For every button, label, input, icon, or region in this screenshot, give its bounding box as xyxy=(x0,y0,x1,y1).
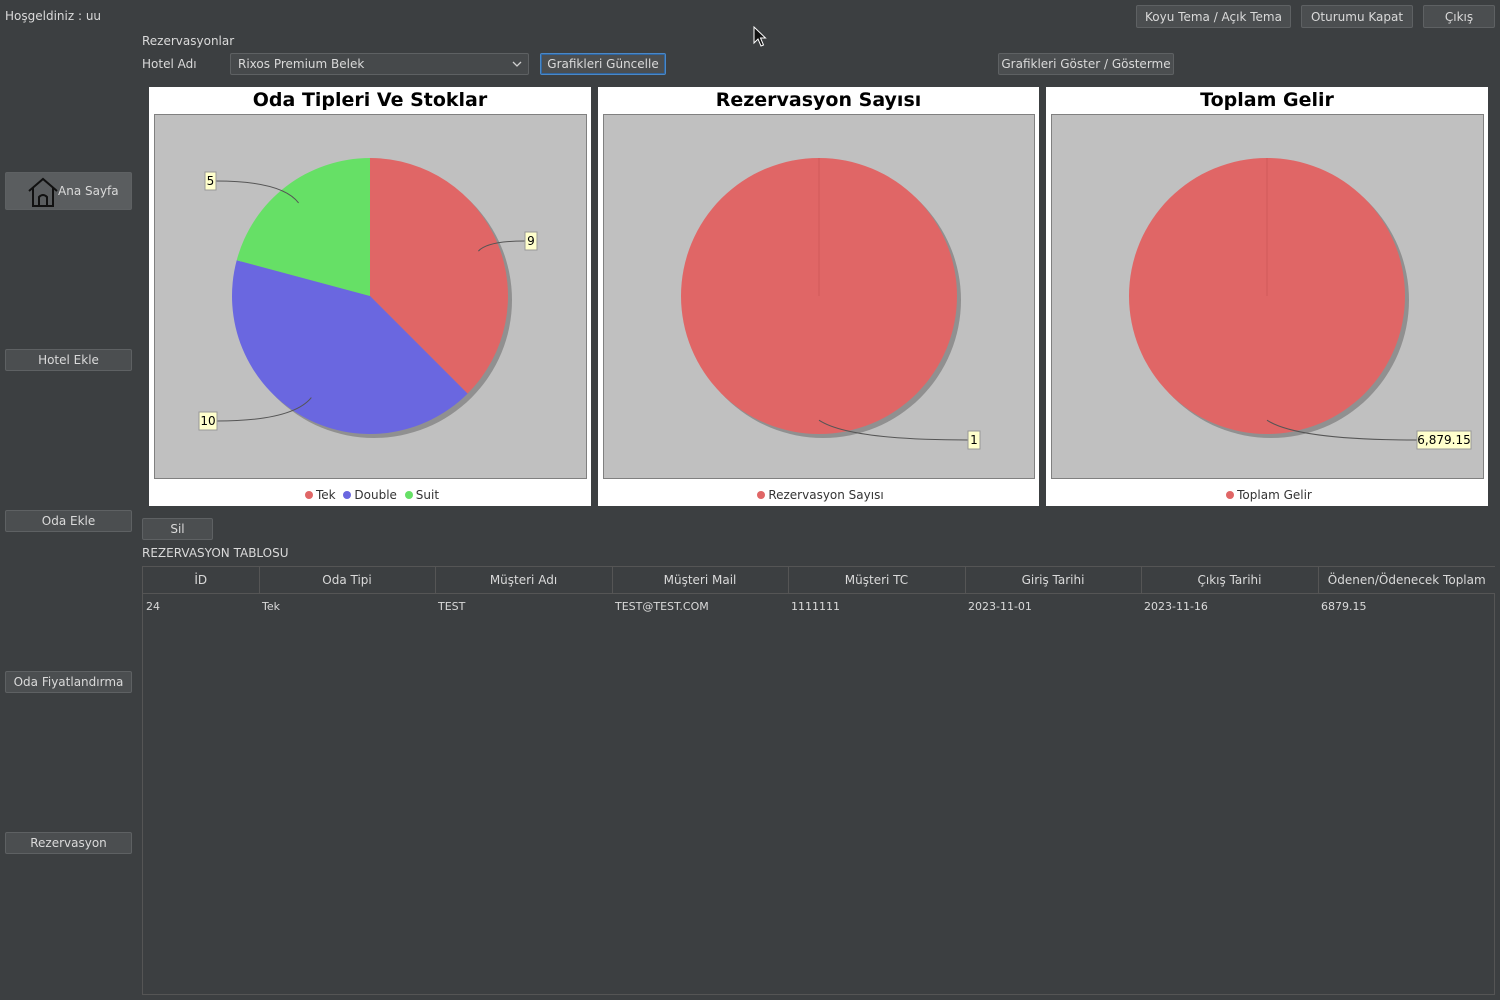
table-row[interactable]: 24 Tek TEST TEST@TEST.COM 1111111 2023-1… xyxy=(143,594,1495,619)
welcome-text: Hoşgeldiniz : uu xyxy=(5,9,102,23)
table-cell: 2023-11-16 xyxy=(1144,599,1208,613)
update-charts-button[interactable]: Grafikleri Güncelle xyxy=(540,53,666,75)
chart-title: Oda Tipleri Ve Stoklar xyxy=(252,89,488,111)
svg-text:6,879.15: 6,879.15 xyxy=(1417,433,1470,447)
pie-chart-reservation-count: 1 xyxy=(681,158,981,450)
pie-chart-total-revenue: 6,879.15 xyxy=(1129,158,1472,450)
table-title: REZERVASYON TABLOSU xyxy=(142,546,289,560)
legend-swatch xyxy=(304,491,313,499)
pie-data-label: 9 xyxy=(524,231,538,251)
plot-area: 1 xyxy=(603,114,1035,479)
delete-button[interactable]: Sil xyxy=(142,518,213,540)
table-cell: TEST@TEST.COM xyxy=(615,599,709,613)
table-header-row: İD Oda Tipi Müşteri Adı Müşteri Mail Müş… xyxy=(143,567,1495,594)
legend-swatch xyxy=(343,491,352,499)
chart-legend: Tek Double Suit xyxy=(149,488,591,502)
plot-area: 6,879.15 xyxy=(1051,114,1484,479)
plot-area: 9 10 5 xyxy=(154,114,587,479)
legend-swatch xyxy=(757,491,766,499)
chart-title: Rezervasyon Sayısı xyxy=(715,89,922,111)
chart-legend: Rezervasyon Sayısı xyxy=(598,488,1039,502)
table-cell: TEST xyxy=(438,599,466,613)
pie-data-label: 5 xyxy=(204,171,217,191)
column-header-check-out[interactable]: Çıkış Tarihi xyxy=(1141,567,1319,594)
hotel-select[interactable]: Rixos Premium Belek xyxy=(230,53,529,75)
column-header-customer-mail[interactable]: Müşteri Mail xyxy=(612,567,789,594)
table-cell: 1111111 xyxy=(791,599,840,613)
sidebar-item-rezervasyon[interactable]: Rezervasyon xyxy=(5,832,132,854)
legend-label: Suit xyxy=(415,488,440,502)
table-cell: 6879.15 xyxy=(1321,599,1367,613)
column-header-customer-name[interactable]: Müşteri Adı xyxy=(435,567,613,594)
sidebar-item-oda-fiyatlandirma[interactable]: Oda Fiyatlandırma xyxy=(5,671,132,693)
section-title: Rezervasyonlar xyxy=(142,34,235,48)
reservation-table[interactable]: İD Oda Tipi Müşteri Adı Müşteri Mail Müş… xyxy=(142,566,1495,995)
svg-text:5: 5 xyxy=(207,174,215,188)
legend-swatch xyxy=(404,491,413,499)
chart-legend: Toplam Gelir xyxy=(1046,488,1488,502)
hotel-label: Hotel Adı xyxy=(142,57,197,71)
pie-data-label: 10 xyxy=(198,411,218,431)
legend-label: Double xyxy=(354,488,397,502)
legend-label: Toplam Gelir xyxy=(1237,488,1312,502)
chart-panel-reservation-count: Rezervasyon Sayısı 1 Rezervasyon Sayısı xyxy=(598,87,1039,506)
sidebar-item-label: Ana Sayfa xyxy=(58,184,119,198)
table-grid: İD Oda Tipi Müşteri Adı Müşteri Mail Müş… xyxy=(143,567,1495,618)
toggle-charts-button[interactable]: Grafikleri Göster / Gösterme xyxy=(998,53,1174,75)
home-icon xyxy=(26,175,60,212)
pie-data-label: 1 xyxy=(967,430,981,450)
logout-button[interactable]: Oturumu Kapat xyxy=(1301,5,1413,28)
svg-text:10: 10 xyxy=(200,414,215,428)
sidebar-item-oda-ekle[interactable]: Oda Ekle xyxy=(5,510,132,532)
svg-text:9: 9 xyxy=(527,234,535,248)
column-header-id[interactable]: İD xyxy=(143,567,260,594)
column-header-total[interactable]: Ödenen/Ödenecek Toplam xyxy=(1318,567,1495,594)
chart-panel-room-types: Oda Tipleri Ve Stoklar 9 10 5 Tek Double S… xyxy=(149,87,591,506)
theme-toggle-button[interactable]: Koyu Tema / Açık Tema xyxy=(1136,5,1291,28)
hotel-select-value: Rixos Premium Belek xyxy=(238,57,365,71)
sidebar-item-ana-sayfa[interactable]: Ana Sayfa xyxy=(5,172,132,210)
legend-swatch xyxy=(1226,491,1235,499)
sidebar-item-hotel-ekle[interactable]: Hotel Ekle xyxy=(5,349,132,371)
table-cell: 2023-11-01 xyxy=(968,599,1032,613)
legend-label: Tek xyxy=(315,488,336,502)
pie-data-label: 6,879.15 xyxy=(1416,430,1472,450)
mouse-pointer-icon xyxy=(753,26,767,47)
table-cell: 24 xyxy=(146,599,160,613)
pie-chart-room-types: 9 10 5 xyxy=(198,158,538,438)
column-header-check-in[interactable]: Giriş Tarihi xyxy=(965,567,1142,594)
table-cell: Tek xyxy=(262,599,280,613)
exit-button[interactable]: Çıkış xyxy=(1423,5,1495,28)
column-header-customer-tc[interactable]: Müşteri TC xyxy=(788,567,966,594)
chart-panel-total-revenue: Toplam Gelir 6,879.15 Toplam Gelir xyxy=(1046,87,1488,506)
legend-label: Rezervasyon Sayısı xyxy=(768,488,884,502)
svg-text:1: 1 xyxy=(970,433,978,447)
chart-title: Toplam Gelir xyxy=(1200,89,1334,111)
chevron-down-icon xyxy=(512,61,522,67)
column-header-room-type[interactable]: Oda Tipi xyxy=(259,567,436,594)
